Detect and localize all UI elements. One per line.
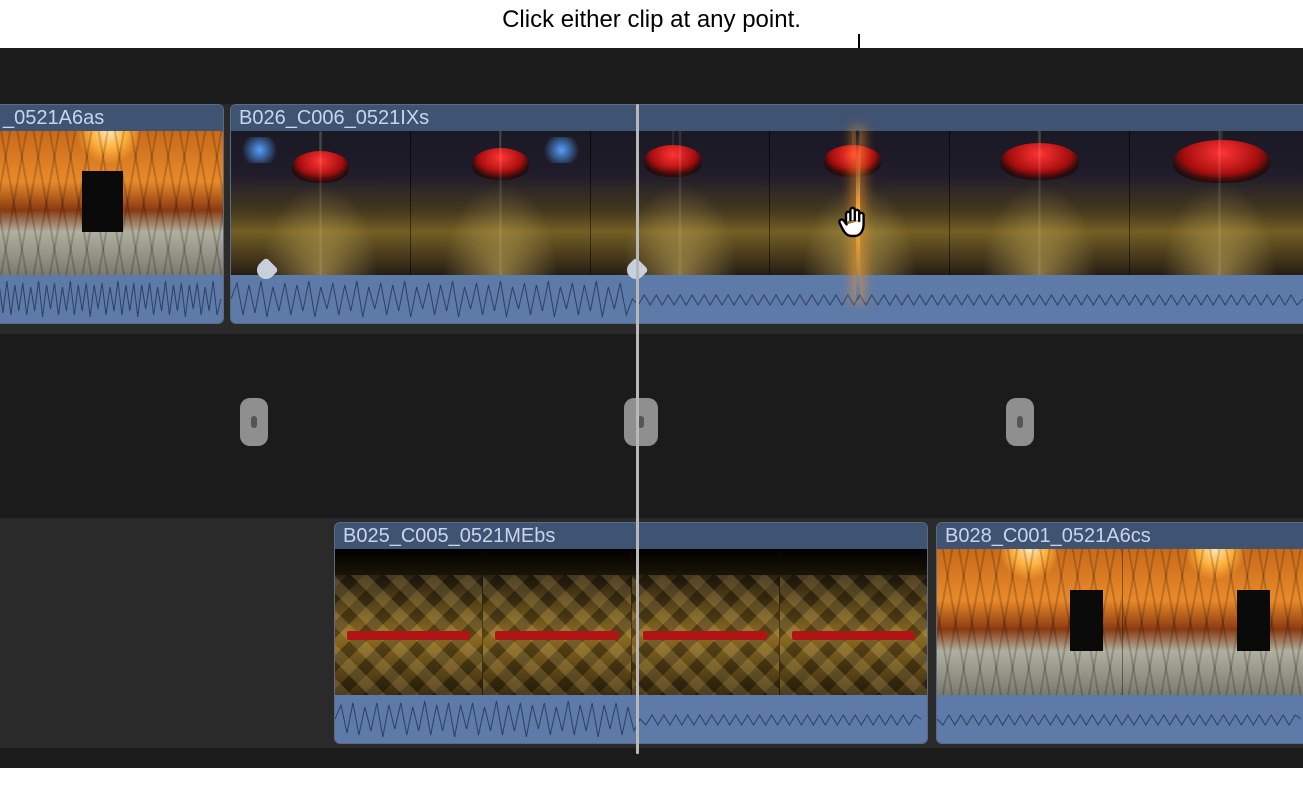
timeline-editor[interactable]: _0521A6as B026_C006_0521IXs (0, 48, 1303, 768)
clip-label: B028_C001_0521A6cs (937, 523, 1303, 549)
clip-thumbnails (231, 131, 1303, 275)
clip-audio-waveform (231, 275, 1303, 323)
clip-thumbnail (950, 131, 1130, 275)
clip-thumbnails (0, 131, 223, 275)
playhead[interactable] (636, 104, 639, 754)
angle-switch-handle[interactable] (240, 398, 268, 446)
clip-label: B025_C005_0521MEbs (335, 523, 927, 549)
clip-thumbnail (0, 131, 223, 275)
clip-audio-waveform (937, 695, 1303, 743)
clip-thumbnails (937, 549, 1303, 695)
clip-thumbnail (591, 131, 771, 275)
clip-thumbnail (1130, 131, 1303, 275)
annotation-label: Click either clip at any point. (0, 6, 1303, 34)
hand-cursor-icon (832, 202, 876, 246)
angle-switch-handle[interactable] (624, 398, 658, 446)
clip-label: B026_C006_0521IXs (231, 105, 1303, 131)
clip-thumbnail (632, 549, 780, 695)
timeline-clip[interactable]: _0521A6as (0, 104, 224, 324)
timeline-track-lower[interactable]: B025_C005_0521MEbs B028_C001_0521A6cs (0, 518, 1303, 748)
angle-connector-row (0, 378, 1303, 468)
clip-label: _0521A6as (0, 105, 223, 131)
clip-thumbnail (937, 549, 1123, 695)
clip-thumbnail (411, 131, 591, 275)
clip-thumbnail (1123, 549, 1303, 695)
clip-thumbnails (335, 549, 927, 695)
timeline-clip[interactable]: B025_C005_0521MEbs (334, 522, 928, 744)
timeline-clip[interactable]: B028_C001_0521A6cs (936, 522, 1303, 744)
clip-thumbnail (483, 549, 631, 695)
clip-audio-waveform (0, 275, 223, 323)
timeline-clip[interactable]: B026_C006_0521IXs (230, 104, 1303, 324)
clip-thumbnail (780, 549, 927, 695)
angle-switch-handle[interactable] (1006, 398, 1034, 446)
clip-thumbnail (335, 549, 483, 695)
clip-thumbnail (231, 131, 411, 275)
clip-audio-waveform (335, 695, 927, 743)
timeline-track-upper[interactable]: _0521A6as B026_C006_0521IXs (0, 104, 1303, 334)
